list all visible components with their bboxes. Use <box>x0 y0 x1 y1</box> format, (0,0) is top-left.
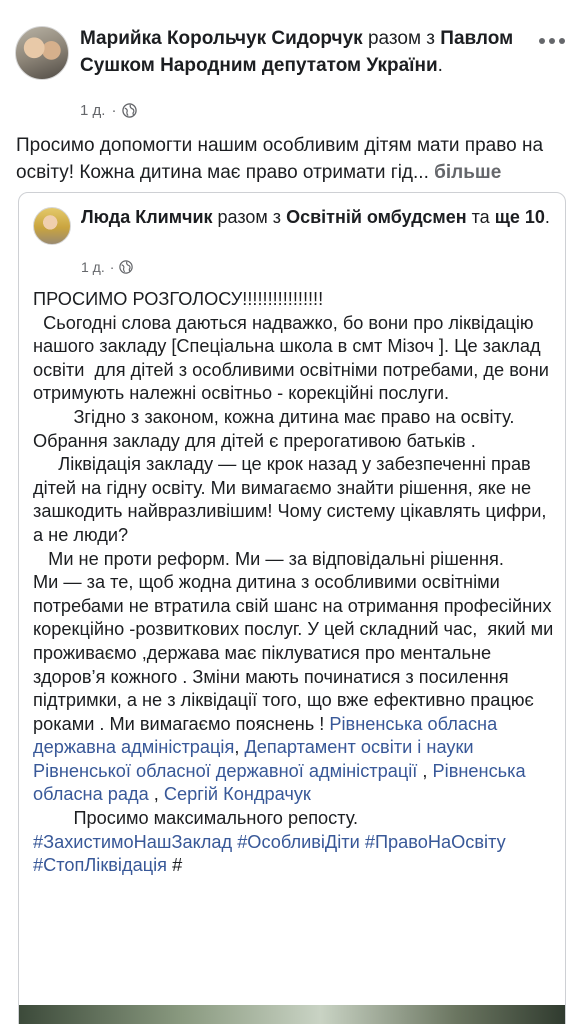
author-name[interactable]: Марийка Корольчук Сидорчук <box>80 28 363 49</box>
author-avatar[interactable] <box>15 26 69 80</box>
shared-author-name[interactable]: Люда Климчик <box>81 207 213 227</box>
period: . <box>437 55 443 76</box>
with-word: разом з <box>367 28 435 49</box>
shared-paragraph: Ми не проти реформ. Ми — за відповідальн… <box>33 548 504 569</box>
shared-paragraph-text: Ми — за те, щоб жодна дитина з особливим… <box>33 572 559 734</box>
author-line: Марийка Корольчук Сидорчук разом з Павло… <box>80 25 520 79</box>
hashtag-link[interactable]: #СтопЛіквідація <box>33 855 167 875</box>
hashtag-link[interactable]: #ЗахистимоНашЗаклад <box>33 832 232 852</box>
shared-others[interactable]: ще 10 <box>495 207 545 227</box>
shared-image-preview[interactable] <box>19 1005 565 1024</box>
shared-and-word: та <box>471 207 490 227</box>
shared-meta: 1 д. · <box>81 259 134 275</box>
separator: , <box>148 784 159 805</box>
post-text: Просимо допомогти нашим особливим дітям … <box>16 132 576 186</box>
shared-paragraph-with-mentions: Ми — за те, щоб жодна дитина з особливим… <box>33 571 558 807</box>
shared-paragraph: Ліквідація закладу — це крок назад у заб… <box>33 454 552 545</box>
see-more-link[interactable]: більше <box>434 162 501 183</box>
separator: , <box>234 737 240 758</box>
post-header: Марийка Корольчук Сидорчук разом з Павло… <box>0 0 582 125</box>
mention-link[interactable]: Сергій Кондрачук <box>164 784 311 804</box>
shared-with-word: разом з <box>217 207 282 227</box>
separator: , <box>417 760 428 781</box>
hashtag-link[interactable]: #ПравоНаОсвіту <box>365 832 506 852</box>
globe-icon <box>122 103 138 118</box>
globe-icon <box>119 259 134 275</box>
shared-meta-dot: · <box>109 259 115 275</box>
meta-dot: · <box>111 102 117 119</box>
hashtag-link[interactable]: #ОсобливіДіти <box>237 832 360 852</box>
hashtags: #ЗахистимоНашЗаклад #ОсобливіДіти #Право… <box>33 831 558 878</box>
post-time[interactable]: 1 д. <box>80 102 105 119</box>
more-options-icon[interactable] <box>539 36 565 46</box>
hashtag-end: # <box>172 855 183 876</box>
shared-author-avatar[interactable] <box>33 207 71 245</box>
shared-body: ПРОСИМО РОЗГОЛОСУ!!!!!!!!!!!!!!!! Сьогод… <box>33 288 558 878</box>
shared-period: . <box>544 207 550 227</box>
shared-time[interactable]: 1 д. <box>81 259 105 275</box>
shared-paragraph: Згідно з законом, кожна дитина має право… <box>33 406 520 451</box>
post-meta: 1 д. · <box>80 102 138 119</box>
shared-author-line: Люда Климчик разом з Освітній омбудсмен … <box>81 204 551 230</box>
shared-paragraph: Просимо максимального репосту. <box>33 808 359 829</box>
shared-tagged[interactable]: Освітній омбудсмен <box>286 207 467 227</box>
shared-paragraph: ПРОСИМО РОЗГОЛОСУ!!!!!!!!!!!!!!!! <box>33 289 324 309</box>
shared-paragraph: Сьогодні слова даються надважко, бо вони… <box>33 312 555 404</box>
shared-post[interactable]: Люда Климчик разом з Освітній омбудсмен … <box>18 192 566 1024</box>
